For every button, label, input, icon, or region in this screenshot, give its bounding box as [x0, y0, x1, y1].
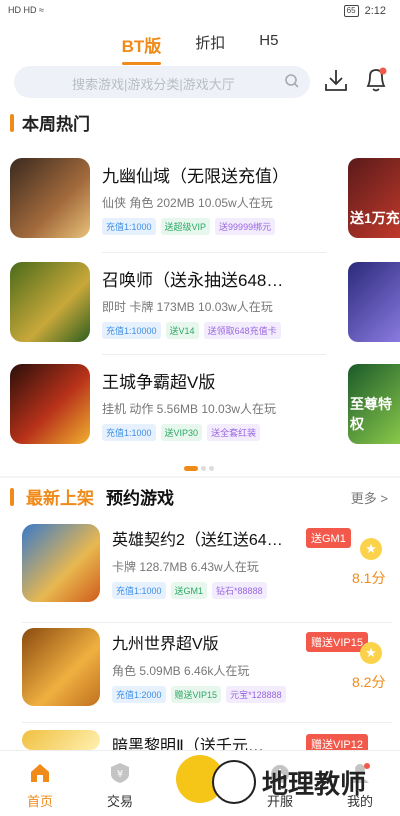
game-meta: 即时 卡牌 173MB 10.03w人在玩 [102, 300, 273, 314]
download-icon[interactable] [322, 66, 350, 94]
svg-text:¥: ¥ [117, 769, 123, 780]
game-meta: 卡牌 128.7MB 6.43w人在玩 [112, 560, 259, 574]
game-tag: 送GM1 [170, 582, 208, 599]
game-meta: 挂机 动作 5.56MB 10.03w人在玩 [102, 402, 277, 416]
promo-badge: 赠送VIP15 [306, 632, 368, 652]
game-tag: 充值1:1000 [102, 218, 156, 235]
hot-section: 本周热门 九幽仙域（无限送充值） 仙侠 角色 202MB 10.05w人在玩 充… [0, 100, 400, 476]
star-icon: ★ [360, 642, 382, 664]
game-thumbnail [10, 158, 90, 238]
game-meta: 仙侠 角色 202MB 10.05w人在玩 [102, 196, 273, 210]
game-tag: 钻石*88888 [212, 582, 267, 599]
hot-game-3[interactable]: 王城争霸超V版 挂机 动作 5.56MB 10.03w人在玩 充值1:1000 … [10, 364, 326, 454]
latest-game-2[interactable]: 九州世界超V版 赠送VIP15 角色 5.09MB 6.46k人在玩 充值1:2… [22, 628, 392, 724]
game-tag: 充值1:1000 [112, 582, 166, 599]
status-bar: HD HD ≈ 65 2:12 [0, 0, 400, 24]
tab-discount[interactable]: 折扣 [191, 30, 229, 59]
carousel-indicator [184, 466, 214, 471]
category-tabs: BT版 折扣 H5 [0, 30, 400, 65]
more-link[interactable]: 更多 > [351, 488, 388, 507]
hot-peek-card-3[interactable]: 至尊特权 [348, 364, 400, 444]
game-tag: 送VIP30 [160, 424, 203, 441]
tab-h5[interactable]: H5 [255, 30, 282, 59]
game-name: 九幽仙域（无限送充值） [102, 167, 289, 186]
search-input[interactable]: 搜索游戏|游戏分类|游戏大厅 [14, 66, 310, 98]
hot-game-1[interactable]: 九幽仙域（无限送充值） 仙侠 角色 202MB 10.05w人在玩 充值1:10… [10, 158, 326, 248]
game-tag: 送超级VIP [160, 218, 211, 235]
nav-trade[interactable]: ¥ 交易 [90, 761, 150, 810]
game-tag: 送V14 [165, 322, 199, 339]
home-icon [31, 764, 49, 782]
search-icon[interactable] [284, 73, 300, 89]
game-tag: 充值1:10000 [102, 322, 161, 339]
bell-icon[interactable] [362, 64, 390, 94]
game-score: 8.2分 [352, 674, 386, 690]
star-icon: ★ [360, 538, 382, 560]
top-bar: BT版 折扣 H5 搜索游戏|游戏分类|游戏大厅 [0, 24, 400, 110]
watermark-logo [212, 760, 256, 804]
game-name: 九州世界超V版 [112, 636, 219, 653]
game-tag: 充值1:1000 [102, 424, 156, 441]
game-name: 王城争霸超V版 [102, 373, 216, 392]
nav-label: 交易 [106, 794, 133, 809]
hot-title: 本周热门 [10, 110, 90, 135]
nav-label: 首页 [26, 794, 53, 809]
hot-peek-card-2[interactable] [348, 262, 400, 342]
game-thumbnail [10, 262, 90, 342]
latest-game-1[interactable]: 英雄契约2（送红送64… 送GM1 卡牌 128.7MB 6.43w人在玩 充值… [22, 524, 392, 620]
tab-reserve[interactable]: 预约游戏 [106, 484, 174, 509]
game-meta: 角色 5.09MB 6.46k人在玩 [112, 664, 250, 678]
latest-section: 最新上架 预约游戏 更多 > 英雄契约2（送红送64… 送GM1 卡牌 128.… [0, 478, 400, 755]
game-thumbnail [22, 524, 100, 602]
tab-latest[interactable]: 最新上架 [26, 484, 94, 509]
game-tag: 元宝*128888 [226, 686, 286, 703]
game-score: 8.1分 [352, 570, 386, 586]
battery-icon: 65 [343, 5, 359, 17]
game-tag: 赠送VIP15 [170, 686, 222, 703]
hot-peek-card-1[interactable]: 送1万充 [348, 158, 400, 238]
nav-home[interactable]: 首页 [10, 761, 70, 810]
watermark-text: 地理教师 [262, 769, 367, 800]
game-tag: 送领取648充值卡 [203, 322, 281, 339]
watermark: 地理教师 [212, 760, 366, 804]
game-name: 召唤师（送永抽送648… [102, 271, 284, 290]
game-thumbnail [22, 628, 100, 706]
clock: 2:12 [364, 5, 386, 17]
game-name: 英雄契约2（送红送64… [112, 532, 283, 549]
game-tag: 送全套红装 [207, 424, 261, 441]
hot-game-2[interactable]: 召唤师（送永抽送648… 即时 卡牌 173MB 10.03w人在玩 充值1:1… [10, 262, 326, 352]
game-tag: 送99999绑元 [215, 218, 276, 235]
signal-indicators: HD HD ≈ [8, 5, 44, 15]
tab-bt[interactable]: BT版 [118, 30, 166, 65]
game-thumbnail [10, 364, 90, 444]
trade-icon: ¥ [111, 763, 129, 783]
search-placeholder: 搜索游戏|游戏分类|游戏大厅 [72, 77, 235, 92]
game-tag: 充值1:2000 [112, 686, 166, 703]
promo-badge: 送GM1 [306, 528, 351, 548]
game-thumbnail [22, 730, 100, 750]
